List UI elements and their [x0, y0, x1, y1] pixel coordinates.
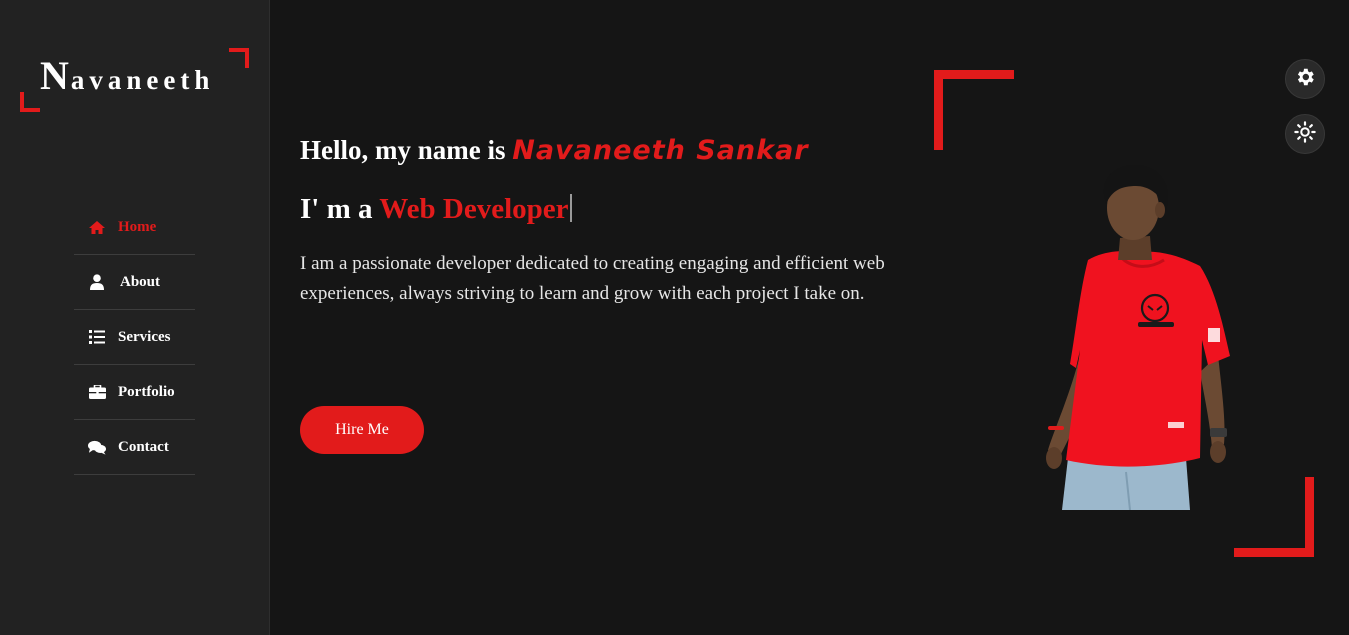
nav-item-portfolio[interactable]: Portfolio	[74, 365, 195, 420]
logo[interactable]: Navaneeth	[20, 48, 249, 112]
nav-item-services[interactable]: Services	[74, 310, 195, 365]
nav-item-label: Services	[118, 328, 171, 345]
nav-item-contact[interactable]: Contact	[74, 420, 195, 475]
theme-toggle-button[interactable]	[1285, 114, 1325, 154]
logo-corner-bottom-left	[20, 92, 40, 112]
nav-item-label: About	[120, 273, 161, 290]
main-nav: Home About Services Portfolio Contact	[74, 200, 195, 475]
settings-button[interactable]	[1285, 59, 1325, 99]
role-typed-text: Web Developer	[379, 193, 569, 225]
logo-rest: avaneeth	[70, 65, 215, 95]
logo-corner-top-right	[229, 48, 249, 68]
hire-me-button[interactable]: Hire Me	[300, 406, 424, 454]
profile-photo	[1040, 160, 1240, 511]
image-frame-top-left	[934, 70, 1014, 150]
nav-item-label: Contact	[118, 438, 169, 455]
image-frame-bottom-right	[1234, 477, 1314, 557]
sun-icon	[1294, 120, 1316, 148]
nav-item-home[interactable]: Home	[74, 200, 195, 255]
role-prefix: I' m a	[300, 193, 380, 225]
hero-name: Navaneeth Sankar	[512, 135, 809, 166]
bio-paragraph: I am a passionate developer dedicated to…	[300, 253, 885, 304]
logo-text: Navaneeth	[40, 56, 214, 100]
home-icon	[88, 219, 106, 235]
page: Navaneeth Home About Services Portfolio …	[0, 0, 1349, 635]
role-heading: I' m a Web Developer	[300, 187, 900, 231]
nav-item-label: Portfolio	[118, 383, 175, 400]
nav-item-label: Home	[118, 218, 157, 235]
user-icon	[88, 274, 106, 290]
comments-icon	[88, 439, 106, 455]
gear-icon	[1294, 66, 1316, 93]
nav-item-about[interactable]: About	[74, 255, 195, 310]
logo-initial: N	[40, 53, 71, 98]
list-icon	[88, 329, 106, 345]
sidebar: Navaneeth Home About Services Portfolio …	[0, 0, 270, 635]
greeting-heading: Hello, my name is Navaneeth Sankar	[300, 128, 900, 173]
briefcase-icon	[88, 384, 106, 400]
typing-cursor	[569, 194, 572, 222]
greeting-text: Hello, my name is	[300, 135, 513, 165]
hero: Hello, my name is Navaneeth Sankar I' m …	[300, 128, 900, 309]
